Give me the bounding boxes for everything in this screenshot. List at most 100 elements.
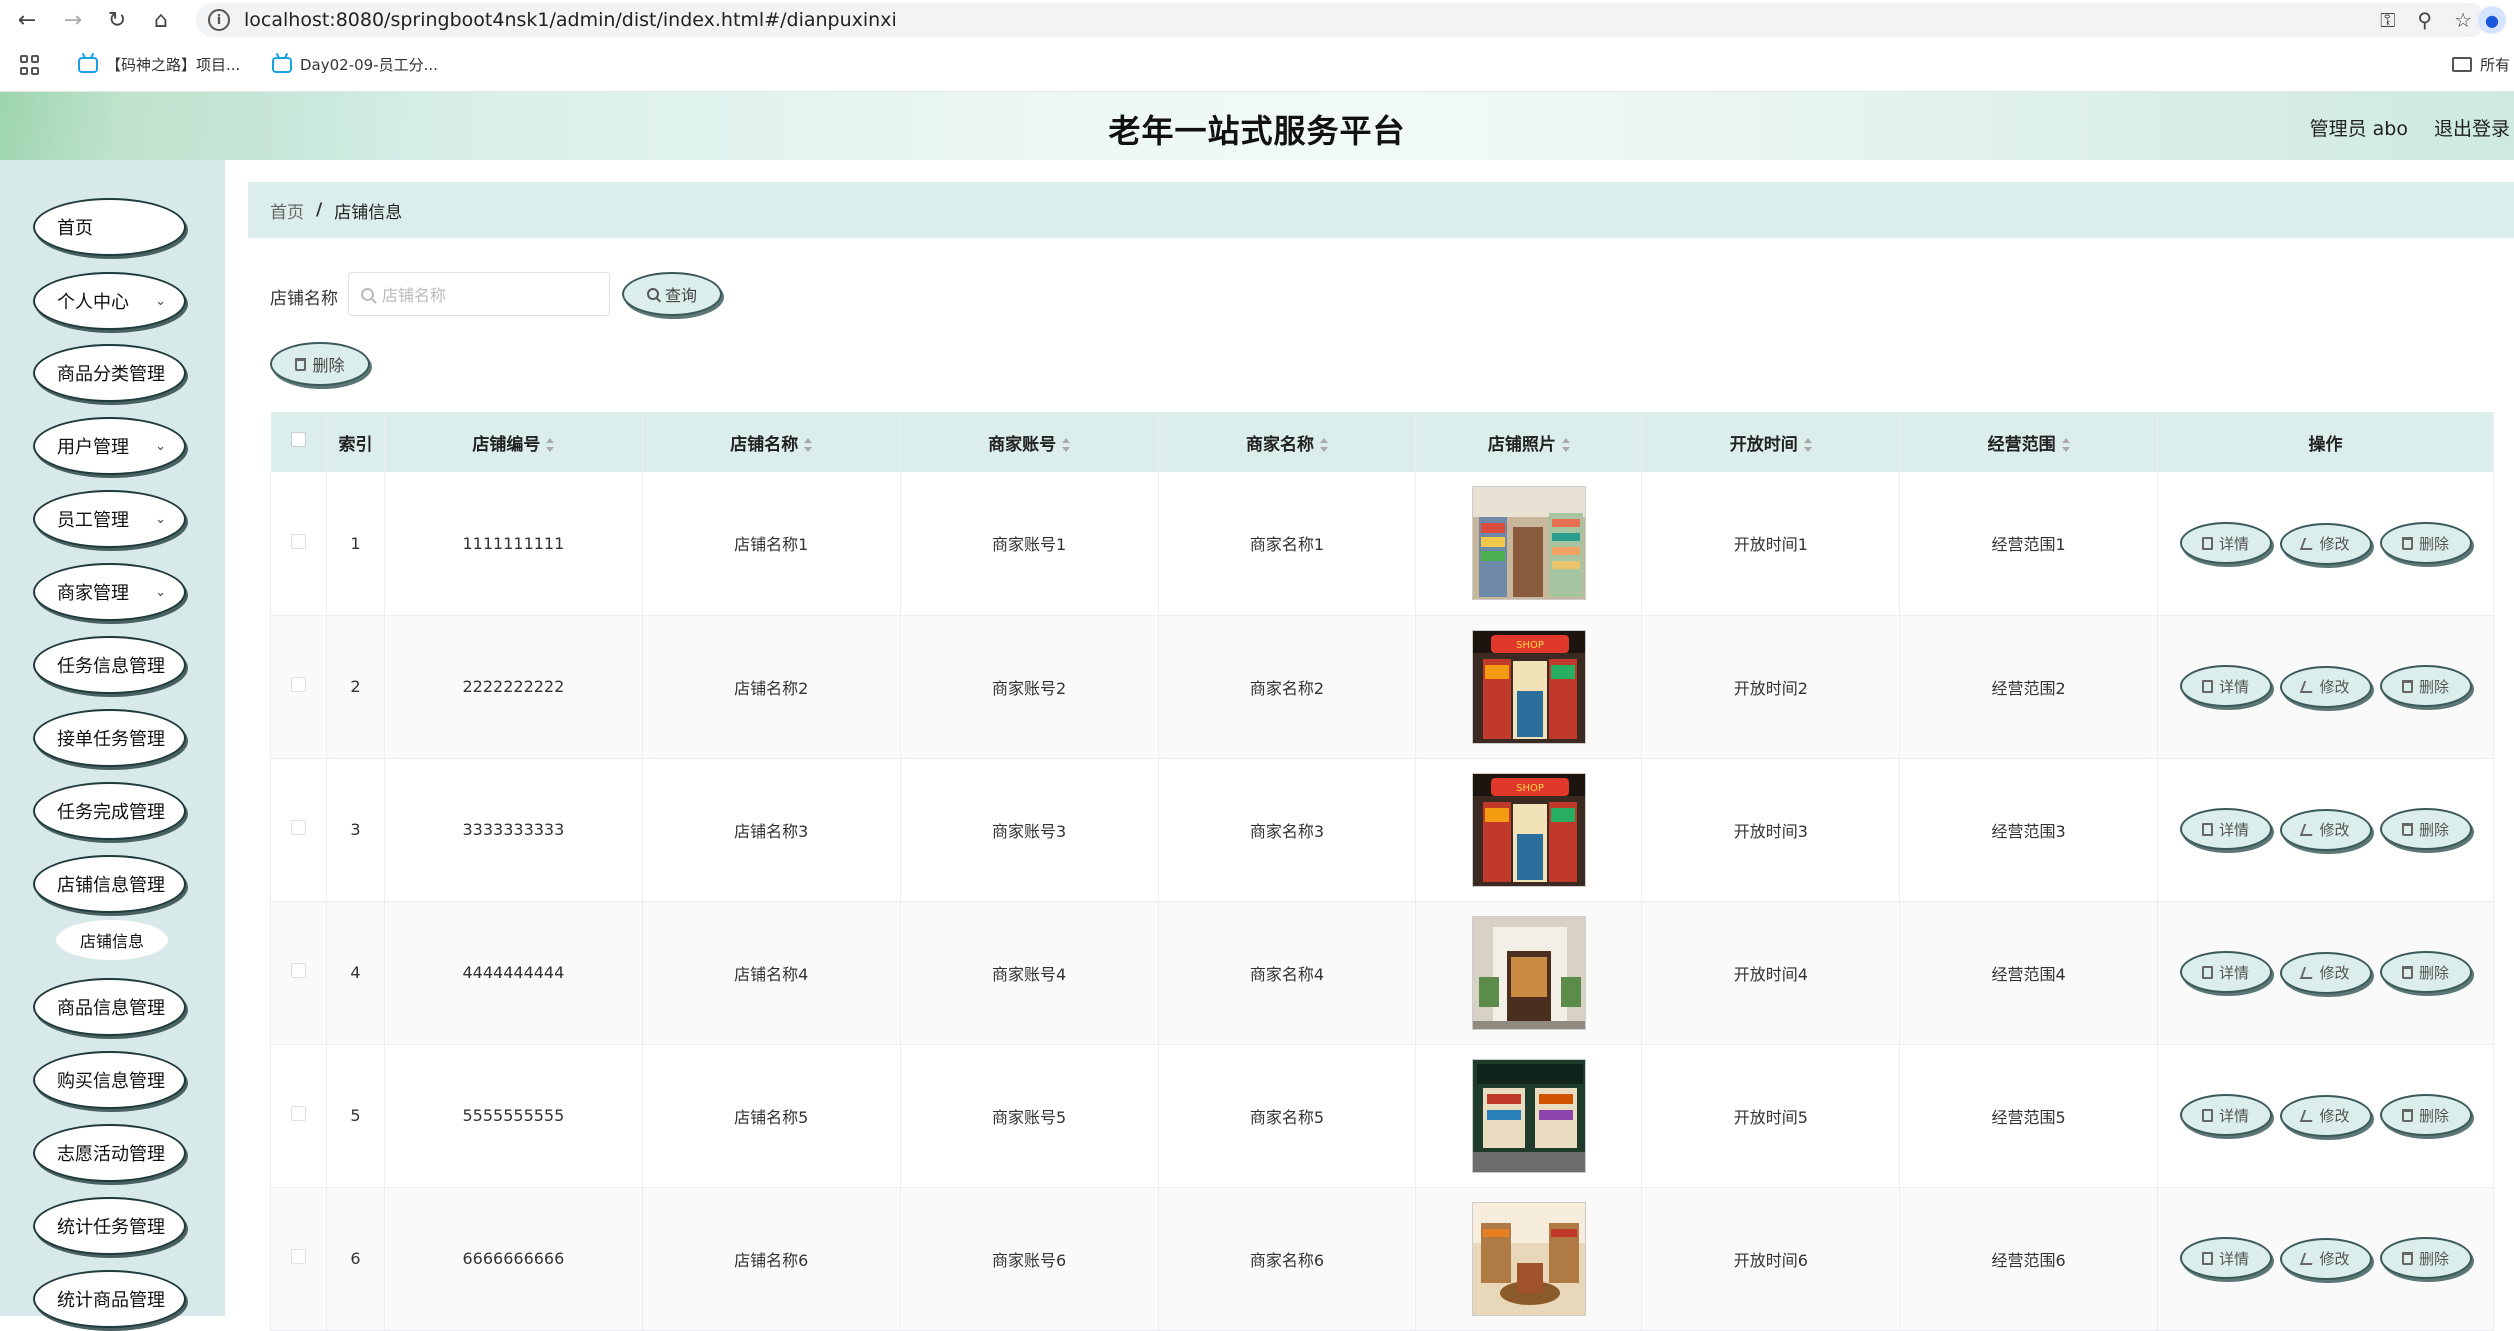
column-header[interactable]: 经营范围: [1899, 412, 2159, 472]
sidebar-item[interactable]: 接单任务管理: [33, 709, 186, 767]
search-label: 店铺名称: [270, 289, 338, 309]
row-select-cell[interactable]: [270, 1044, 327, 1188]
sidebar-item[interactable]: 个人中心 ⌄: [33, 272, 186, 330]
row-checkbox[interactable]: [290, 533, 306, 549]
delete-button[interactable]: 删除: [2379, 808, 2472, 851]
profile-avatar-icon[interactable]: ●: [2478, 6, 2506, 34]
row-select-cell[interactable]: [270, 472, 327, 616]
sidebar-subitem-shop-info[interactable]: 店铺信息: [56, 920, 168, 960]
sort-icon[interactable]: [1561, 437, 1570, 452]
back-icon[interactable]: ←: [12, 5, 42, 35]
select-all-checkbox[interactable]: [290, 432, 306, 447]
delete-button[interactable]: 删除: [2379, 1094, 2472, 1137]
breadcrumb-home[interactable]: 首页: [270, 198, 304, 223]
apps-grid-icon[interactable]: [20, 55, 40, 75]
column-header-label: 索引: [338, 434, 373, 455]
shop-photo[interactable]: [1471, 1058, 1586, 1173]
delete-button[interactable]: 删除: [2379, 522, 2472, 564]
detail-button[interactable]: 详情: [2179, 522, 2272, 564]
column-header[interactable]: 商家名称: [1158, 412, 1417, 472]
delete-button[interactable]: 删除: [2379, 951, 2472, 994]
row-select-cell[interactable]: [270, 615, 327, 759]
sidebar-item[interactable]: 任务完成管理: [33, 782, 186, 840]
row-select-cell[interactable]: [270, 901, 327, 1045]
password-key-icon[interactable]: ⚿: [2380, 8, 2395, 32]
sort-icon[interactable]: [2061, 437, 2070, 452]
edit-button[interactable]: 修改: [2279, 522, 2372, 565]
home-icon[interactable]: ⌂: [146, 5, 176, 35]
sidebar-item[interactable]: 任务信息管理: [33, 636, 186, 694]
sidebar-item[interactable]: 店铺信息管理: [33, 855, 186, 913]
sidebar-item[interactable]: 首页: [33, 198, 186, 256]
edit-pen-icon: [2299, 537, 2316, 550]
sort-icon[interactable]: [546, 437, 555, 452]
edit-button[interactable]: 修改: [2279, 808, 2372, 851]
batch-delete-button[interactable]: 删除: [270, 342, 370, 386]
row-checkbox[interactable]: [290, 677, 306, 692]
sidebar-item[interactable]: 购买信息管理: [33, 1051, 186, 1109]
column-header[interactable]: 店铺编号: [384, 412, 643, 472]
edit-label: 修改: [2319, 964, 2350, 983]
sidebar-item[interactable]: 志愿活动管理: [33, 1124, 186, 1182]
row-checkbox[interactable]: [290, 1249, 306, 1264]
site-info-icon[interactable]: i: [208, 9, 230, 31]
url-text[interactable]: localhost:8080/springboot4nsk1/admin/dis…: [244, 9, 897, 31]
delete-button[interactable]: 删除: [2379, 665, 2472, 708]
bookmark-item[interactable]: 【码神之路】项目...: [78, 54, 240, 75]
breadcrumb-current: 店铺信息: [334, 202, 403, 223]
shop-photo[interactable]: SHOP: [1471, 629, 1586, 744]
folder-icon: [2451, 57, 2472, 72]
shop-photo[interactable]: [1471, 486, 1586, 601]
forward-icon[interactable]: →: [58, 5, 88, 35]
edit-button[interactable]: 修改: [2279, 1237, 2372, 1280]
search-input[interactable]: 店铺名称: [348, 272, 610, 316]
bookmark-item[interactable]: Day02-09-员工分...: [272, 54, 438, 75]
row-select-cell[interactable]: [270, 758, 327, 902]
sidebar-item[interactable]: 商家管理 ⌄: [33, 563, 186, 621]
column-header[interactable]: 开放时间: [1641, 412, 1901, 472]
select-all-cell[interactable]: [270, 412, 327, 472]
edit-button[interactable]: 修改: [2279, 665, 2372, 708]
sort-icon[interactable]: [1062, 437, 1071, 452]
detail-button[interactable]: 详情: [2179, 951, 2272, 994]
edit-button[interactable]: 修改: [2279, 1094, 2372, 1137]
sort-icon[interactable]: [1803, 437, 1812, 452]
detail-button[interactable]: 详情: [2179, 1094, 2272, 1137]
edit-button[interactable]: 修改: [2279, 951, 2372, 994]
all-bookmarks-folder[interactable]: 所有: [2451, 54, 2514, 75]
delete-button[interactable]: 删除: [2379, 1237, 2472, 1280]
cell-shop-name: 店铺名称5: [642, 1044, 901, 1188]
row-checkbox[interactable]: [290, 820, 306, 835]
app-header: 老年一站式服务平台 管理员 abo 退出登录: [0, 92, 2514, 160]
column-header[interactable]: 商家账号: [900, 412, 1159, 472]
cell-merchant-account: 商家账号5: [900, 1044, 1159, 1188]
address-bar[interactable]: i localhost:8080/springboot4nsk1/admin/d…: [196, 3, 2486, 37]
sidebar-item[interactable]: 商品分类管理: [33, 344, 186, 402]
logout-link[interactable]: 退出登录: [2434, 114, 2510, 141]
row-checkbox[interactable]: [290, 963, 306, 978]
column-header-label: 店铺名称: [730, 434, 799, 455]
bookmark-star-icon[interactable]: ☆: [2454, 8, 2472, 32]
column-header[interactable]: 店铺照片: [1415, 412, 1643, 472]
detail-button[interactable]: 详情: [2179, 808, 2272, 851]
column-header[interactable]: 店铺名称: [642, 412, 901, 472]
sort-icon[interactable]: [804, 437, 813, 452]
sidebar-item[interactable]: 用户管理 ⌄: [33, 417, 186, 475]
shop-photo[interactable]: [1471, 915, 1586, 1030]
shop-photo[interactable]: SHOP: [1471, 772, 1586, 887]
query-button[interactable]: 查询: [622, 272, 722, 316]
delete-label: 删除: [2419, 677, 2450, 696]
chevron-down-icon: ⌄: [155, 585, 166, 600]
reload-icon[interactable]: ↻: [102, 5, 132, 35]
row-select-cell[interactable]: [270, 1187, 327, 1331]
detail-button[interactable]: 详情: [2179, 1237, 2272, 1280]
sidebar-item[interactable]: 统计任务管理: [33, 1197, 186, 1255]
detail-button[interactable]: 详情: [2179, 665, 2272, 708]
sidebar-item[interactable]: 统计商品管理: [33, 1270, 186, 1328]
sort-icon[interactable]: [1319, 437, 1328, 452]
shop-photo[interactable]: [1471, 1201, 1586, 1316]
zoom-icon[interactable]: ⚲: [2417, 8, 2432, 32]
row-checkbox[interactable]: [290, 1106, 306, 1121]
sidebar-item[interactable]: 员工管理 ⌄: [33, 490, 186, 548]
sidebar-item[interactable]: 商品信息管理: [33, 978, 186, 1036]
